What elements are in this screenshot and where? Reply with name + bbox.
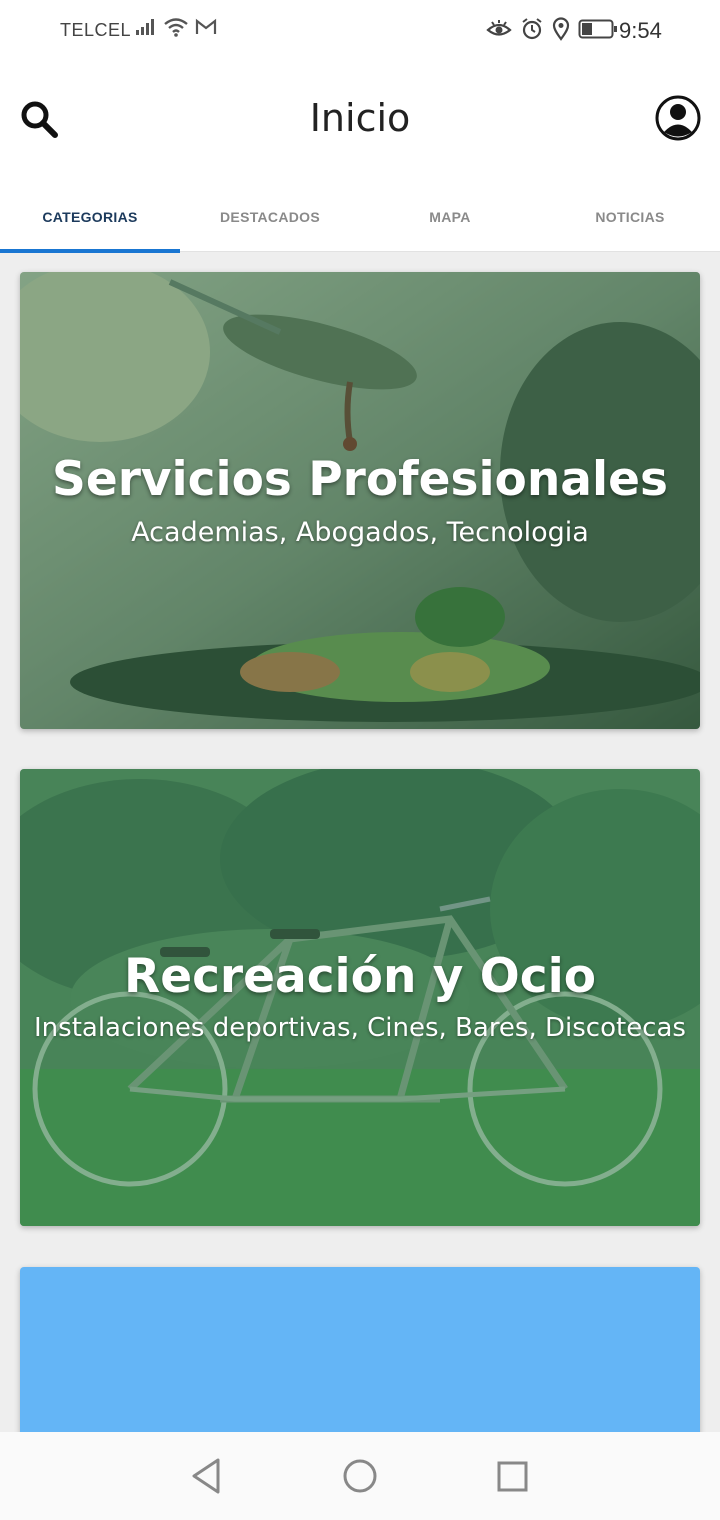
battery-icon bbox=[578, 18, 618, 45]
eye-icon bbox=[486, 18, 512, 45]
category-card-recreacion[interactable]: Recreación y Ocio Instalaciones deportiv… bbox=[20, 769, 700, 1226]
tab-noticias[interactable]: NOTICIAS bbox=[540, 182, 720, 252]
category-subtitle: Academias, Abogados, Tecnologia bbox=[131, 517, 589, 548]
account-icon bbox=[655, 95, 701, 141]
back-button[interactable] bbox=[184, 1454, 228, 1498]
tab-destacados[interactable]: DESTACADOS bbox=[180, 182, 360, 252]
app-bar: Inicio bbox=[0, 62, 720, 182]
category-title: Servicios Profesionales bbox=[51, 452, 668, 507]
system-nav-bar bbox=[0, 1432, 720, 1520]
carrier-name: TELCEL bbox=[60, 20, 132, 40]
location-icon bbox=[552, 17, 570, 46]
signal-icon bbox=[135, 18, 157, 41]
category-subtitle: Instalaciones deportivas, Cines, Bares, … bbox=[34, 1013, 686, 1043]
recent-apps-button[interactable] bbox=[490, 1454, 534, 1498]
status-right-icons bbox=[486, 17, 618, 46]
tab-mapa[interactable]: MAPA bbox=[360, 182, 540, 252]
category-tabs: CATEGORIAS DESTACADOS MAPA NOTICIAS bbox=[0, 182, 720, 253]
recent-apps-icon bbox=[497, 1461, 528, 1492]
category-card-servicios[interactable]: Servicios Profesionales Academias, Aboga… bbox=[20, 272, 700, 729]
back-icon bbox=[192, 1458, 220, 1494]
status-bar: TELCEL 9:54 bbox=[0, 0, 720, 62]
account-button[interactable] bbox=[654, 94, 702, 142]
home-icon bbox=[343, 1459, 377, 1493]
category-title: Recreación y Ocio bbox=[124, 949, 596, 1004]
status-left-icons bbox=[135, 17, 217, 42]
alarm-icon bbox=[520, 17, 544, 46]
clock: 9:54 bbox=[619, 18, 662, 43]
wifi-icon bbox=[163, 17, 189, 42]
gmail-icon bbox=[195, 18, 217, 41]
page-title: Inicio bbox=[309, 96, 411, 140]
home-button[interactable] bbox=[338, 1454, 382, 1498]
screen: TELCEL 9:54 Inicio CATEGORIAS DESTACADOS… bbox=[0, 0, 720, 1520]
tab-categorias[interactable]: CATEGORIAS bbox=[0, 182, 180, 253]
